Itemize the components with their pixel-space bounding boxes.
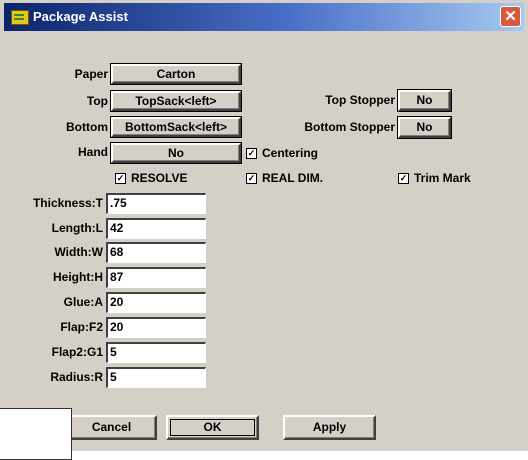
centering-check-icon[interactable]: ✓: [246, 148, 257, 160]
package-assist-icon: [11, 10, 29, 25]
cancel-button[interactable]: Cancel: [66, 415, 157, 440]
bottom-button[interactable]: BottomSack<left>: [110, 116, 242, 138]
top-stopper-label: Top Stopper: [325, 93, 395, 107]
blank-overlay-box: [0, 408, 72, 460]
trim-mark-check-icon[interactable]: ✓: [398, 173, 409, 185]
flap-f2-label: Flap:F2: [60, 320, 103, 334]
resolve-check-icon[interactable]: ✓: [115, 173, 126, 185]
resolve-checkbox[interactable]: ✓ RESOLVE: [115, 171, 187, 185]
width-input[interactable]: 68: [106, 242, 206, 263]
close-icon[interactable]: ✕: [500, 6, 521, 27]
bottom-stopper-label: Bottom Stopper: [304, 120, 395, 134]
bottom-stopper-button[interactable]: No: [397, 116, 452, 139]
real-dim-label: REAL DIM.: [262, 171, 324, 185]
centering-label: Centering: [262, 146, 319, 160]
flap2-g1-input[interactable]: 5: [106, 342, 206, 363]
ok-button[interactable]: OK: [166, 415, 259, 440]
thickness-label: Thickness:T: [32, 196, 103, 210]
top-label: Top: [86, 94, 108, 108]
glue-input[interactable]: 20: [106, 292, 206, 313]
height-label: Height:H: [53, 270, 103, 284]
top-stopper-button[interactable]: No: [397, 89, 452, 112]
paper-button[interactable]: Carton: [110, 63, 242, 85]
thickness-input[interactable]: .75: [106, 193, 206, 214]
apply-button[interactable]: Apply: [283, 415, 376, 440]
trim-mark-label: Trim Mark: [414, 171, 471, 185]
centering-checkbox[interactable]: ✓ Centering: [246, 146, 318, 160]
hand-button[interactable]: No: [110, 142, 242, 164]
package-assist-dialog: Package Assist ✕ Paper Carton Top TopSac…: [0, 0, 528, 451]
glue-label: Glue:A: [63, 295, 103, 309]
title-bar[interactable]: Package Assist ✕: [4, 3, 524, 31]
radius-input[interactable]: 5: [106, 367, 206, 388]
radius-label: Radius:R: [50, 370, 103, 384]
length-label: Length:L: [51, 221, 103, 235]
width-label: Width:W: [54, 245, 103, 259]
top-button[interactable]: TopSack<left>: [110, 90, 242, 112]
paper-label: Paper: [74, 67, 108, 81]
resolve-label: RESOLVE: [131, 171, 188, 185]
real-dim-checkbox[interactable]: ✓ REAL DIM.: [246, 171, 323, 185]
flap-f2-input[interactable]: 20: [106, 317, 206, 338]
window-title: Package Assist: [33, 9, 128, 24]
flap2-g1-label: Flap2:G1: [51, 345, 103, 359]
length-input[interactable]: 42: [106, 218, 206, 239]
height-input[interactable]: 87: [106, 267, 206, 288]
trim-mark-checkbox[interactable]: ✓ Trim Mark: [398, 171, 471, 185]
hand-label: Hand: [78, 145, 108, 159]
real-dim-check-icon[interactable]: ✓: [246, 173, 257, 185]
bottom-label: Bottom: [66, 120, 108, 134]
